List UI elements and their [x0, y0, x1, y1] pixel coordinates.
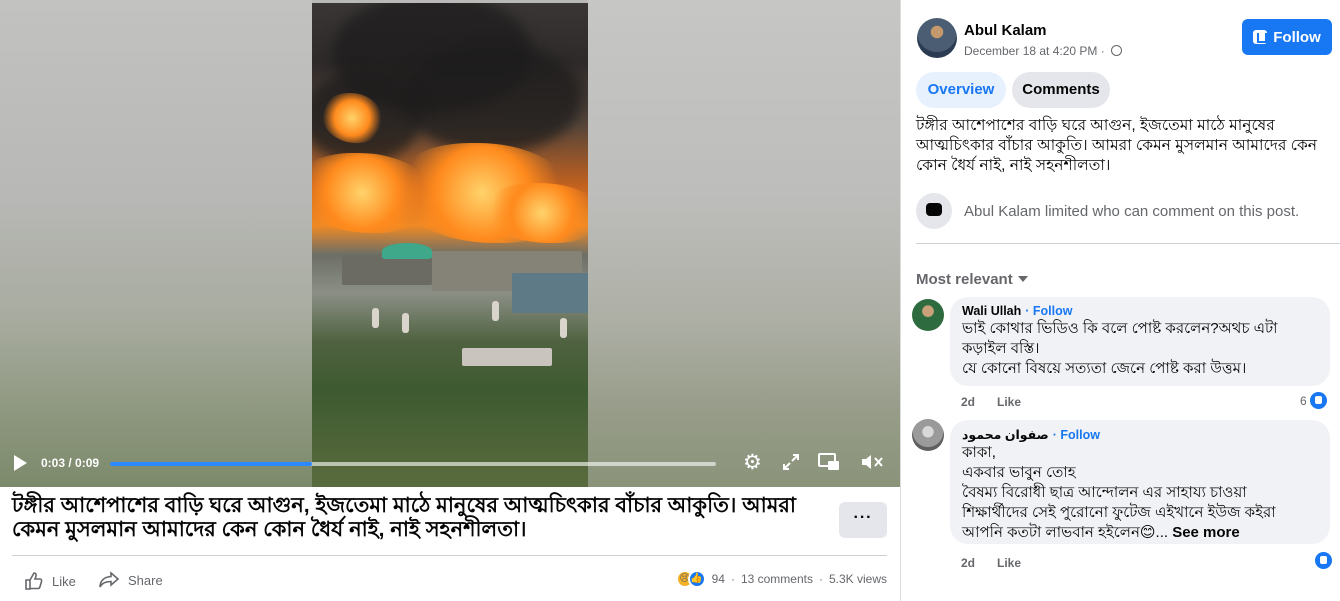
comment-follow-link[interactable]: · Follow — [1025, 304, 1072, 318]
globe-icon — [1111, 45, 1123, 56]
video-player[interactable]: 0:03 / 0:09 ⚙ — [0, 0, 900, 487]
views-count: 5.3K views — [828, 572, 887, 586]
comment-header: صفوان محمود · Follow — [962, 427, 1318, 442]
picture-in-picture-icon[interactable] — [818, 453, 840, 471]
comment-like-button[interactable]: Like — [997, 395, 1021, 409]
thumbs-up-icon — [25, 572, 43, 590]
comment-reaction-count: 6 — [1300, 393, 1307, 408]
more-options-button[interactable]: ··· — [839, 502, 887, 538]
comments-count[interactable]: 13 comments — [741, 572, 813, 586]
comment-age[interactable]: 2d — [961, 395, 975, 409]
follow-icon — [1253, 30, 1268, 44]
video-progress-fill — [110, 462, 312, 466]
comment-text: ভাই কোথার ভিডিও কি বলে পোষ্ট করলেন?অথচ এ… — [962, 320, 1278, 377]
follow-label: Follow — [1273, 28, 1321, 46]
video-progress-bar[interactable] — [110, 462, 716, 466]
post-timestamp: December 18 at 4:20 PM · — [964, 44, 1123, 58]
comment-reactions[interactable]: 6 — [1300, 392, 1327, 409]
comment-restriction-notice: Abul Kalam limited who can comment on th… — [916, 193, 1326, 229]
video-caption: টঙ্গীর আশেপাশের বাড়ি ঘরে আগুন, ইজতেমা ম… — [12, 494, 797, 541]
post-text: টঙ্গীর আশেপাশের বাড়ি ঘরে আগুন, ইজতেমা ম… — [916, 117, 1318, 174]
restriction-text: Abul Kalam limited who can comment on th… — [964, 202, 1300, 220]
chat-bubble-icon — [916, 193, 952, 229]
separator-dot: · — [730, 572, 735, 586]
commenter-name[interactable]: صفوان محمود — [962, 428, 1049, 442]
timestamp-text[interactable]: December 18 at 4:20 PM · — [964, 44, 1108, 58]
expand-icon[interactable] — [782, 453, 800, 471]
comment-like-button[interactable]: Like — [997, 556, 1021, 570]
commenter-avatar[interactable] — [912, 419, 944, 451]
tab-comments[interactable]: Comments — [1012, 72, 1110, 108]
like-reaction-icon — [1315, 552, 1332, 569]
video-panel: 0:03 / 0:09 ⚙ টঙ্গীর আশেপাশের বাড়ি ঘরে … — [0, 0, 900, 601]
video-controls: 0:03 / 0:09 ⚙ — [0, 443, 900, 487]
video-blur-left — [0, 0, 312, 487]
mute-icon[interactable] — [860, 453, 884, 471]
comment-actions: 2d Like — [961, 395, 1021, 409]
tab-overview[interactable]: Overview — [916, 72, 1006, 108]
video-blur-right — [588, 0, 900, 487]
author-avatar[interactable] — [917, 18, 957, 58]
comment-text: কাকা, একবার ভাবুন তোহ বৈষম্য বিরোধী ছাত্… — [962, 444, 1276, 541]
comment-bubble: Wali Ullah · Follow ভাই কোথার ভিডিও কি বল… — [950, 297, 1330, 386]
comment-header: Wali Ullah · Follow — [962, 304, 1318, 318]
comment-age[interactable]: 2d — [961, 556, 975, 570]
commenter-name[interactable]: Wali Ullah — [962, 304, 1021, 318]
share-label: Share — [128, 572, 163, 588]
comment-actions: 2d Like — [961, 556, 1021, 570]
comment-follow-link[interactable]: · Follow — [1053, 428, 1100, 442]
comment-sort-dropdown[interactable]: Most relevant — [916, 271, 1028, 288]
share-icon — [99, 571, 120, 588]
like-reaction-icon: 👍 — [687, 570, 706, 588]
like-label: Like — [52, 573, 76, 589]
divider — [12, 555, 887, 556]
post-stats: 😢 👍 94 · 13 comments · 5.3K views — [675, 570, 887, 588]
video-frame[interactable] — [312, 3, 588, 487]
play-icon[interactable] — [14, 455, 27, 471]
settings-icon[interactable]: ⚙ — [743, 452, 762, 473]
sort-label: Most relevant — [916, 271, 1013, 288]
follow-button[interactable]: Follow — [1242, 19, 1332, 55]
reaction-count[interactable]: 94 — [712, 572, 725, 586]
share-button[interactable]: Share — [98, 571, 163, 589]
comment-bubble: صفوان محمود · Follow কাকা, একবার ভাবুন তো… — [950, 420, 1330, 544]
separator-dot: · — [818, 572, 823, 586]
comment-reactions[interactable] — [1312, 552, 1332, 569]
chevron-down-icon — [1017, 276, 1028, 282]
like-button[interactable]: Like — [24, 571, 76, 591]
divider — [916, 243, 1340, 244]
see-more-link[interactable]: See more — [1172, 524, 1240, 541]
commenter-avatar[interactable] — [912, 299, 944, 331]
author-name[interactable]: Abul Kalam — [964, 22, 1047, 39]
like-reaction-icon — [1309, 392, 1327, 409]
video-timecode: 0:03 / 0:09 — [41, 456, 100, 470]
